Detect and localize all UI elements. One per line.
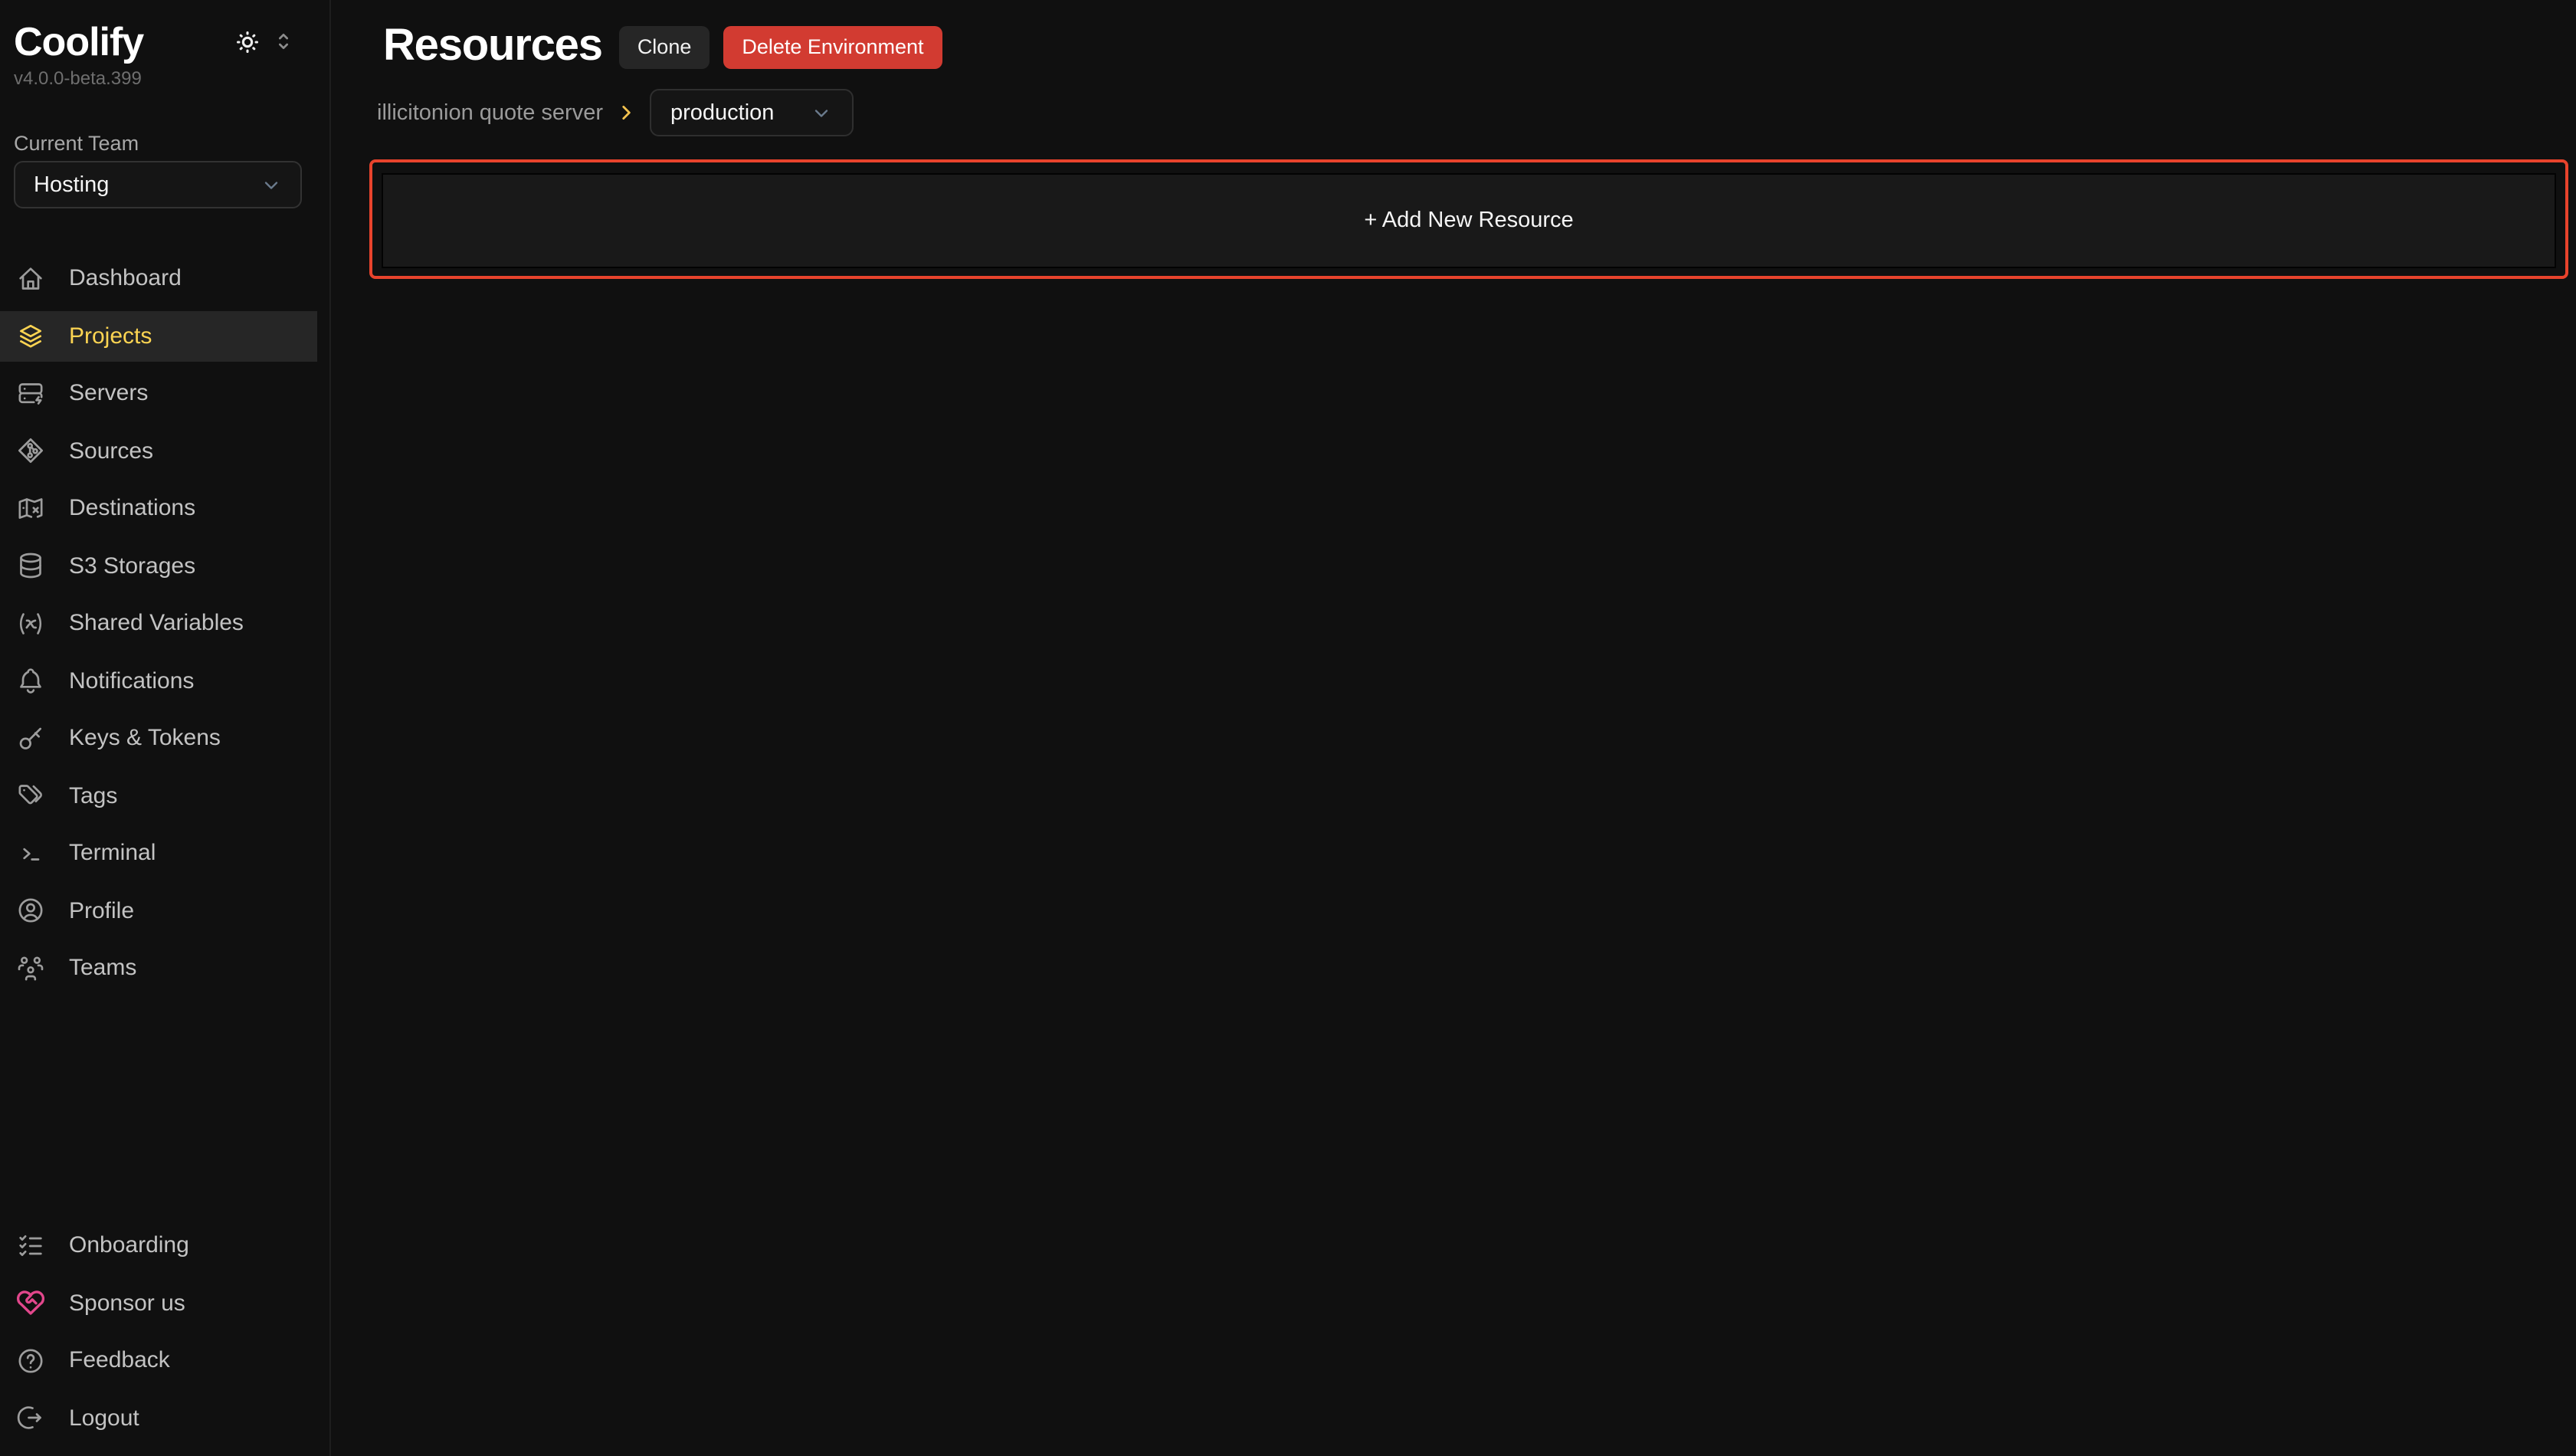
help-circle-icon [15,1345,46,1376]
sidebar-item-label: Keys & Tokens [69,725,221,751]
sidebar-item-servers[interactable]: Servers [0,368,317,418]
sidebar-item-onboarding[interactable]: Onboarding [0,1220,317,1271]
add-new-resource-button[interactable]: + Add New Resource [382,173,2556,268]
sidebar-item-label: Notifications [69,667,194,694]
page-header: Resources Clone Delete Environment [369,21,2568,72]
sidebar-item-s3-storages[interactable]: S3 Storages [0,540,317,591]
team-select-value: Hosting [34,172,109,197]
page-title: Resources [383,21,602,72]
sidebar-item-label: S3 Storages [69,553,195,579]
sidebar-item-projects[interactable]: Projects [0,310,317,361]
sidebar-item-shared-variables[interactable]: Shared Variables [0,598,317,648]
sidebar-item-logout[interactable]: Logout [0,1392,317,1443]
environment-select[interactable]: production [649,89,854,136]
terminal-icon [15,838,46,868]
current-team-label: Current Team [14,132,316,155]
sidebar-item-notifications[interactable]: Notifications [0,655,317,706]
users-group-icon [15,953,46,983]
bell-icon [15,665,46,696]
checklist-icon [15,1230,46,1261]
layers-icon [15,320,46,351]
logout-icon [15,1402,46,1433]
app-version: v4.0.0-beta.399 [14,67,316,89]
chevron-down-icon [261,174,282,195]
home-icon [15,263,46,293]
key-icon [15,723,46,753]
sidebar-item-label: Servers [69,380,148,406]
sidebar-item-destinations[interactable]: Destinations [0,483,317,533]
unfold-icon[interactable] [271,29,296,54]
sidebar-item-dashboard[interactable]: Dashboard [0,253,317,303]
sidebar-item-label: Sponsor us [69,1290,185,1316]
sidebar-item-profile[interactable]: Profile [0,885,317,936]
database-icon [15,550,46,581]
add-new-resource-label: + Add New Resource [1364,208,1573,233]
user-circle-icon [15,895,46,926]
sidebar-item-label: Dashboard [69,265,182,291]
server-icon [15,378,46,408]
sidebar-footer-nav: Onboarding Sponsor us Feedback Logout [0,1220,329,1450]
add-resource-highlight-ring: + Add New Resource [369,159,2568,279]
clone-button[interactable]: Clone [619,25,710,68]
sidebar-item-label: Projects [69,323,152,349]
app-window: Coolify v4.0.0-beta.399 Current Team Hos… [0,0,2576,1456]
sidebar-item-label: Terminal [69,840,156,866]
variable-icon [15,608,46,638]
sidebar-item-teams[interactable]: Teams [0,943,317,993]
sun-icon[interactable] [234,28,261,54]
sidebar-item-label: Feedback [69,1347,170,1373]
tags-icon [15,780,46,811]
heart-handshake-icon [15,1287,46,1318]
sidebar-header-actions [234,28,296,54]
map-icon [15,493,46,523]
sidebar-item-keys-tokens[interactable]: Keys & Tokens [0,713,317,763]
git-icon [15,435,46,466]
environment-select-value: production [670,100,774,125]
sidebar-header: Coolify [14,18,296,64]
breadcrumb: illicitonion quote server production [377,89,2568,136]
sidebar-item-feedback[interactable]: Feedback [0,1335,317,1385]
sidebar-item-label: Profile [69,897,134,923]
main-content: Resources Clone Delete Environment illic… [331,0,2576,1456]
breadcrumb-project-link[interactable]: illicitonion quote server [377,100,603,125]
team-select[interactable]: Hosting [14,161,302,208]
chevron-down-icon [811,102,832,123]
sidebar-item-sources[interactable]: Sources [0,425,317,476]
sidebar-item-terminal[interactable]: Terminal [0,828,317,878]
sidebar-item-sponsor-us[interactable]: Sponsor us [0,1277,317,1328]
sidebar-item-label: Logout [69,1405,139,1431]
app-logo: Coolify [14,18,234,64]
sidebar: Coolify v4.0.0-beta.399 Current Team Hos… [0,0,331,1456]
sidebar-item-label: Sources [69,438,153,464]
sidebar-nav: Dashboard Projects Servers Sources [0,253,329,1000]
chevron-right-icon [615,103,635,123]
delete-environment-button[interactable]: Delete Environment [723,25,942,68]
sidebar-item-tags[interactable]: Tags [0,770,317,821]
sidebar-item-label: Tags [69,782,117,808]
sidebar-item-label: Destinations [69,495,195,521]
sidebar-item-label: Shared Variables [69,610,244,636]
sidebar-item-label: Teams [69,955,136,981]
sidebar-item-label: Onboarding [69,1232,189,1258]
